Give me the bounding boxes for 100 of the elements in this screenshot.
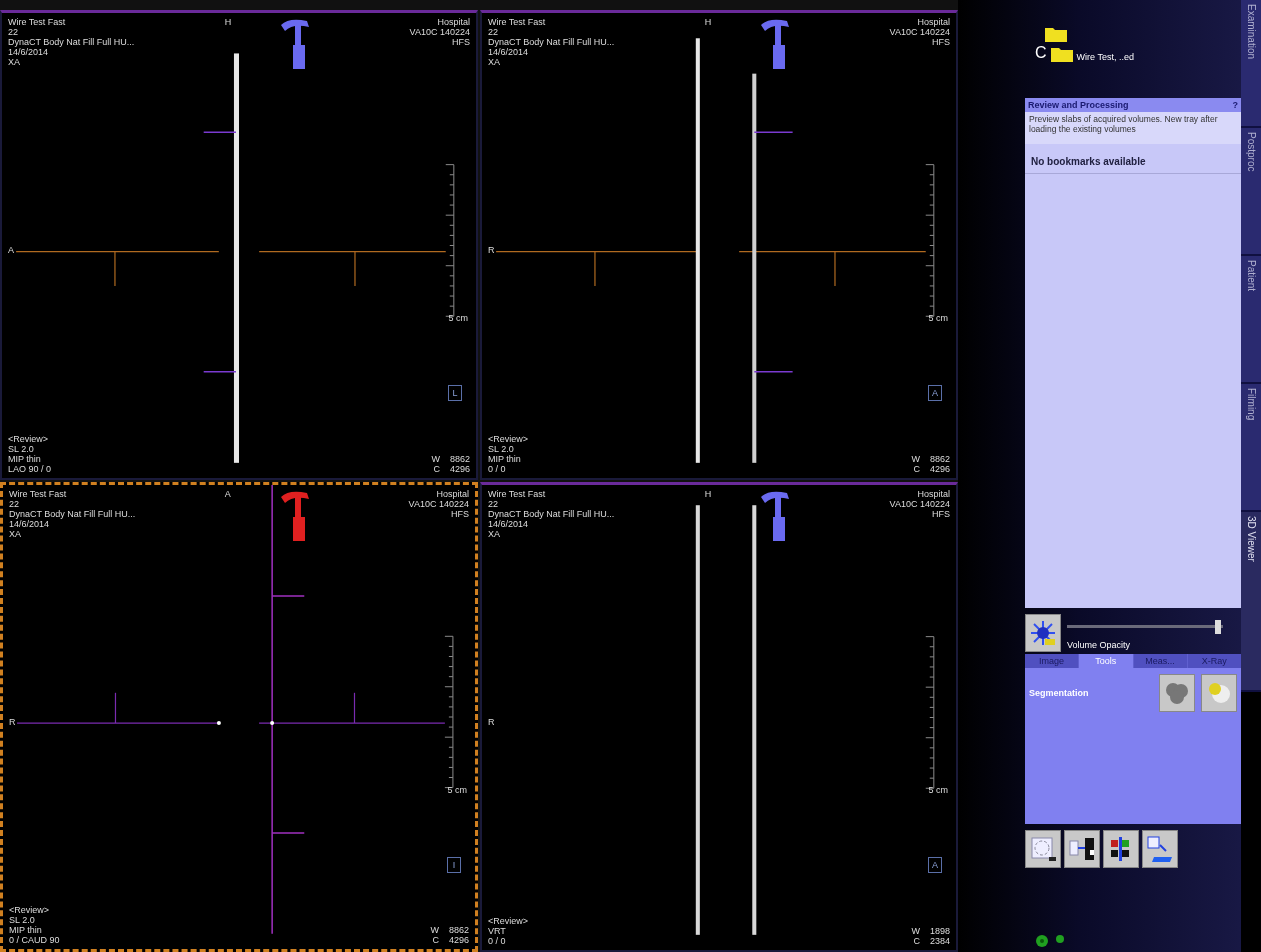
wire-point-drawing (216, 721, 275, 726)
patient-info-text: 22 (8, 27, 19, 37)
help-button[interactable]: ? (1232, 100, 1238, 110)
side-tab[interactable]: Examination (1241, 0, 1261, 128)
view-info-text: LAO 90 / 0 (8, 464, 52, 474)
patient-info-text: DynaCT Body Nat Fill Full HU... (488, 37, 615, 47)
window-key: C (913, 464, 920, 474)
slider-label: Volume Opacity (1067, 640, 1132, 650)
view-info-text: <Review> (9, 905, 51, 915)
patient-info-text: 22 (488, 499, 499, 509)
view-info-text: MIP thin (488, 454, 522, 464)
study-info-text: Hospital (917, 17, 950, 27)
patient-info-text: 14/6/2014 (8, 47, 50, 57)
study-info-text: VA10C 140224 (889, 27, 950, 37)
study-info-text: VA10C 140224 (408, 499, 469, 509)
orientation-cube-label: A (928, 385, 942, 401)
study-info-text: Hospital (436, 489, 469, 499)
study-info-text: VA10C 140224 (889, 499, 950, 509)
view-info-text: MIP thin (8, 454, 41, 464)
export-icon (1146, 835, 1174, 863)
patient-info-text: XA (488, 529, 501, 539)
study-info-text: HFS (452, 37, 470, 47)
view-info-text: SL 2.0 (9, 915, 36, 925)
orientation-label: H (224, 17, 232, 27)
layout-button[interactable] (1064, 830, 1100, 868)
patient-info-text: Wire Test Fast (9, 489, 68, 499)
view-info-text: <Review> (488, 916, 529, 926)
patient-info-text: 14/6/2014 (488, 47, 530, 57)
patient-info-text: Wire Test Fast (488, 17, 547, 27)
rotate-button[interactable] (1025, 830, 1061, 868)
patient-info-text: 14/6/2014 (488, 519, 530, 529)
window-value: 1898 (929, 926, 950, 936)
patient-info-text: XA (488, 57, 501, 67)
view-info-text: SL 2.0 (488, 444, 515, 454)
patient-info-text: 14/6/2014 (9, 519, 51, 529)
drive-label: C (1035, 44, 1047, 62)
export-button[interactable] (1142, 830, 1178, 868)
patient-info-text: 22 (488, 27, 499, 37)
segmentation-label: Segmentation (1029, 688, 1090, 698)
window-value: 8862 (448, 925, 469, 935)
folder-icon[interactable] (1050, 46, 1073, 62)
image-viewport[interactable]: Wire Test Fast 22 DynaCT Body Nat Fill Full HU... 14/6/2014 XA A Hospital VA10C 140224 HFS R 5 cm I <Review> SL 2.0 MIP thin 0 / CAUD 90 W 8862 C 4296 (0, 482, 478, 952)
window-key: C (913, 936, 920, 946)
view-info-text: VRT (488, 926, 507, 936)
scale-label: 5 cm (928, 313, 948, 323)
window-key: W (911, 454, 920, 464)
scale-label: 5 cm (447, 785, 467, 795)
window-value: 2384 (929, 936, 950, 946)
side-tab[interactable]: 3D Viewer (1241, 512, 1261, 692)
window-value: 4296 (449, 464, 470, 474)
image-viewport[interactable]: Wire Test Fast 22 DynaCT Body Nat Fill Full HU... 14/6/2014 XA H Hospital VA10C 140224 HFS A 5 cm L <Review> SL 2.0 MIP thin LAO 90 / 0 W 8862 C 4296 (0, 10, 478, 480)
view-info-text: 0 / CAUD 90 (9, 935, 60, 945)
image-viewport[interactable]: Wire Test Fast 22 DynaCT Body Nat Fill Full HU... 14/6/2014 XA H Hospital VA10C 140224 HFS R 5 cm A <Review> SL 2.0 MIP thin 0 / 0 W 8862 C 4296 (480, 10, 958, 480)
light-button[interactable] (1025, 614, 1061, 652)
patient-info-text: Wire Test Fast (488, 489, 547, 499)
study-info-text: HFS (451, 509, 469, 519)
patient-info-text: XA (9, 529, 22, 539)
panel-tab[interactable]: Tools (1079, 654, 1133, 668)
light-icon (1029, 619, 1057, 647)
orientation-label: R (9, 717, 16, 727)
side-tab[interactable]: Postproc (1241, 128, 1261, 256)
view-info-text: 0 / 0 (488, 936, 507, 946)
segment-button[interactable] (1201, 674, 1237, 712)
panel-title: Review and Processing (1028, 100, 1129, 110)
orientation-cube-label: L (448, 385, 462, 401)
image-viewport[interactable]: Wire Test Fast 22 DynaCT Body Nat Fill Full HU... 14/6/2014 XA H Hospital VA10C 140224 HFS R 5 cm A <Review> VRT 0 / 0 W 1898 C 2384 (480, 482, 958, 952)
scale-label: 5 cm (928, 785, 948, 795)
side-tab[interactable]: Filming (1241, 384, 1261, 512)
study-info-text: HFS (932, 509, 950, 519)
status-icon (1055, 934, 1065, 944)
layout-icon (1068, 835, 1096, 863)
folder-icon[interactable] (1045, 26, 1067, 42)
slider-thumb[interactable] (1215, 620, 1222, 634)
view-info-text: <Review> (488, 434, 529, 444)
study-info-text: Hospital (437, 17, 470, 27)
window-value: 8862 (929, 454, 950, 464)
window-key: W (911, 926, 920, 936)
view-info-text: SL 2.0 (8, 444, 35, 454)
window-value: 4296 (929, 464, 950, 474)
window-value: 4296 (448, 935, 469, 945)
orientation-label: R (488, 717, 495, 727)
orientation-label: H (704, 17, 712, 27)
study-info-text: VA10C 140224 (409, 27, 470, 37)
window-key: W (431, 454, 440, 464)
side-tab[interactable]: Patient (1241, 256, 1261, 384)
view-info-text: <Review> (8, 434, 50, 444)
orientation-label: A (8, 245, 14, 255)
view-info-text: MIP thin (9, 925, 43, 935)
segment-button[interactable] (1159, 674, 1195, 712)
rotate-icon (1029, 835, 1057, 863)
window-key: C (432, 935, 439, 945)
panel-description: Preview slabs of acquired volumes. New tray after loading the existing volumes (1025, 112, 1241, 144)
scale-label: 5 cm (448, 313, 468, 323)
patient-info-text: XA (8, 57, 21, 67)
folder-label[interactable]: Wire Test, ..ed (1076, 52, 1134, 62)
patient-info-text: DynaCT Body Nat Fill Full HU... (488, 509, 615, 519)
orientation-label: H (704, 489, 712, 499)
blob-icon (1164, 681, 1190, 705)
window-key: W (430, 925, 439, 935)
color-map-button[interactable] (1103, 830, 1139, 868)
